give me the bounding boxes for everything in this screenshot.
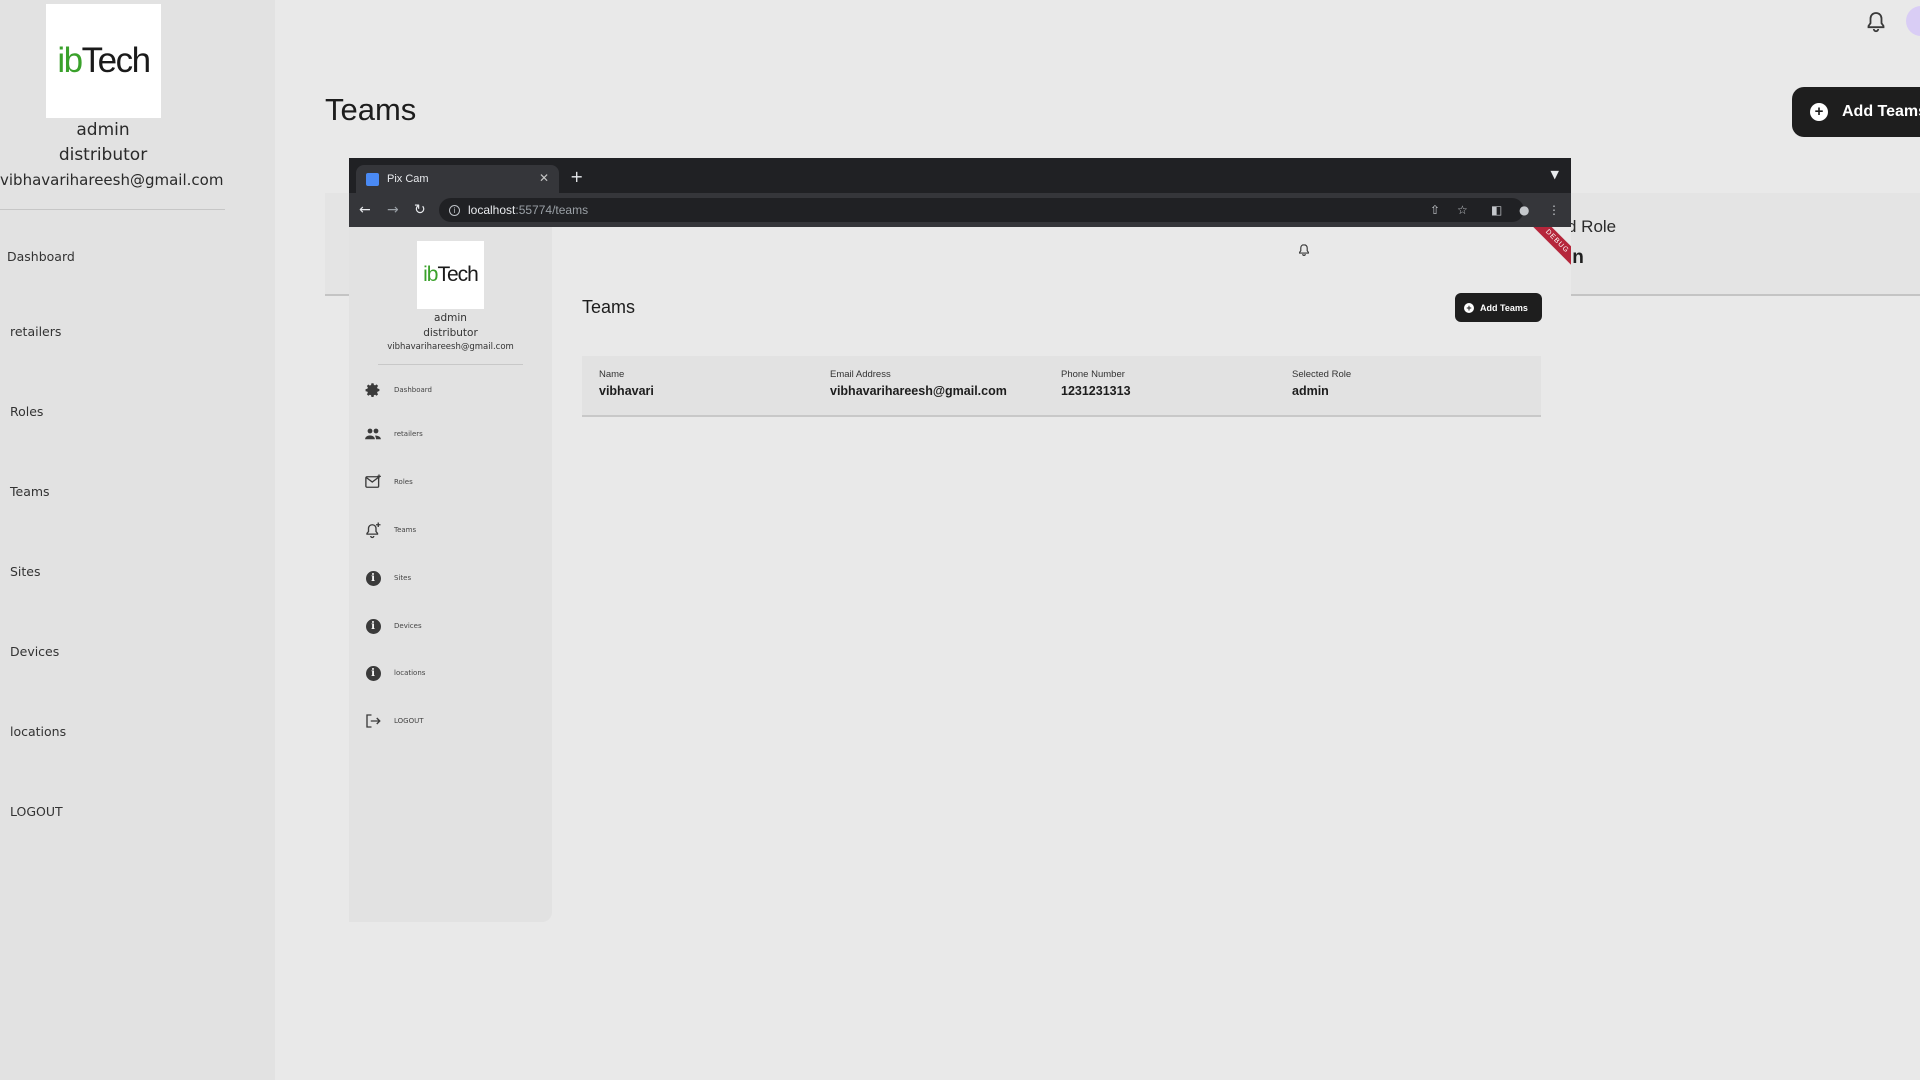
browser-tab[interactable]: Pix Cam ✕ xyxy=(356,165,559,193)
inner-sidebar-item-dashboard[interactable]: Dashboard xyxy=(364,381,432,399)
cell-value-role: admin xyxy=(1292,384,1329,398)
table-cell-email: Email Address vibhavarihareesh@gmail.com xyxy=(830,369,1007,398)
inner-sidebar-item-retailers[interactable]: retailers xyxy=(364,425,423,443)
inner-user-subrole: distributor xyxy=(423,327,478,339)
sidebar-item-locations[interactable]: locations xyxy=(10,724,66,739)
new-tab-icon[interactable]: + xyxy=(570,167,583,186)
browser-tab-strip: Pix Cam ✕ + ▼ xyxy=(349,158,1571,193)
sidebar-item-sites[interactable]: Sites xyxy=(10,564,41,579)
url-path: :55774/teams xyxy=(515,203,589,217)
inner-user-email: vibhavarihareesh@gmail.com xyxy=(387,342,514,352)
inner-sidebar-item-logout[interactable]: LOGOUT xyxy=(364,712,424,730)
table-cell-role: Selected Role admin xyxy=(1292,369,1351,398)
gear-icon xyxy=(364,381,382,399)
browser-viewport: ibTech admin distributor vibhavariharees… xyxy=(349,227,1571,922)
inner-user-role: admin xyxy=(434,312,467,324)
mail-icon xyxy=(364,473,382,491)
inner-nav-label: Teams xyxy=(394,526,417,534)
table-header-partial: d Role xyxy=(1567,217,1617,236)
debug-banner: DEBUG xyxy=(1524,227,1571,275)
add-teams-button[interactable]: + Add Teams xyxy=(1792,87,1920,137)
inner-sidebar-item-locations[interactable]: i locations xyxy=(364,664,425,682)
info-icon: i xyxy=(364,569,382,587)
inner-logo-text: ibTech xyxy=(423,263,479,286)
more-menu-icon[interactable]: ⋮ xyxy=(1548,203,1560,217)
inner-sidebar-item-devices[interactable]: i Devices xyxy=(364,617,422,635)
url-host: localhost xyxy=(468,203,516,217)
bookmark-star-icon[interactable]: ☆ xyxy=(1457,203,1468,217)
people-icon xyxy=(364,425,382,443)
flutter-favicon-icon xyxy=(366,172,379,186)
cell-value-email: vibhavarihareesh@gmail.com xyxy=(830,384,1007,398)
inner-notification-bell-icon[interactable] xyxy=(1297,243,1311,257)
column-header-role: Selected Role xyxy=(1292,369,1352,380)
inner-sidebar-item-sites[interactable]: i Sites xyxy=(364,569,411,587)
embedded-browser-window: Pix Cam ✕ + ▼ ← → ↻ i localhost:55774/te… xyxy=(349,158,1571,922)
add-teams-label: Add Teams xyxy=(1842,103,1920,120)
logo: ibTech xyxy=(46,4,161,118)
logout-icon xyxy=(364,712,382,730)
table-cell-name: Name vibhavari xyxy=(599,369,654,398)
close-tab-icon[interactable]: ✕ xyxy=(539,171,549,185)
column-header-name: Name xyxy=(599,369,625,380)
logo-text: ibTech xyxy=(57,41,151,80)
inner-sidebar: ibTech admin distributor vibhavariharees… xyxy=(349,227,552,922)
inner-sidebar-item-roles[interactable]: Roles xyxy=(364,473,413,491)
sidebar-item-devices[interactable]: Devices xyxy=(10,644,59,659)
inner-nav-label: Sites xyxy=(394,574,412,582)
user-role: admin xyxy=(76,120,130,140)
add-icon: + xyxy=(1464,302,1474,313)
site-info-icon[interactable]: i xyxy=(449,204,460,216)
inner-nav-label: Roles xyxy=(394,478,413,486)
sidebar-item-retailers[interactable]: retailers xyxy=(10,324,61,339)
sidebar-item-teams[interactable]: Teams xyxy=(10,484,50,499)
add-icon: + xyxy=(1810,103,1828,121)
column-header-email: Email Address xyxy=(830,369,891,380)
side-panel-icon[interactable]: ◧ xyxy=(1491,203,1502,217)
inner-nav-label: Devices xyxy=(394,622,422,630)
inner-page-title: Teams xyxy=(582,297,636,317)
tab-title: Pix Cam xyxy=(387,173,429,185)
cell-value-phone: 1231231313 xyxy=(1061,384,1131,398)
page-title: Teams xyxy=(325,92,417,127)
inner-nav-label: retailers xyxy=(394,430,423,438)
inner-sidebar-item-teams[interactable]: Teams xyxy=(364,521,416,539)
sidebar-item-roles[interactable]: Roles xyxy=(10,404,43,419)
bell-add-icon xyxy=(364,521,382,539)
browser-toolbar: ← → ↻ i localhost:55774/teams ⇧ ☆ ◧ ● ⋮ xyxy=(349,193,1571,227)
inner-logo: ibTech xyxy=(417,241,484,309)
inner-add-teams-label: Add Teams xyxy=(1480,302,1528,313)
notification-bell-icon[interactable] xyxy=(1864,10,1888,34)
inner-sidebar-divider xyxy=(378,364,523,365)
column-header-phone: Phone Number xyxy=(1061,369,1125,380)
inner-nav-label: LOGOUT xyxy=(394,717,424,725)
avatar[interactable] xyxy=(1906,6,1920,36)
inner-add-teams-button[interactable]: + Add Teams xyxy=(1455,293,1542,322)
info-icon: i xyxy=(364,617,382,635)
inner-nav-label: locations xyxy=(394,669,426,677)
back-icon[interactable]: ← xyxy=(359,202,371,218)
cell-value-name: vibhavari xyxy=(599,384,654,398)
address-bar[interactable]: i localhost:55774/teams xyxy=(439,198,1524,222)
chevron-down-icon[interactable]: ▼ xyxy=(1551,168,1559,181)
inner-nav-label: Dashboard xyxy=(394,386,432,394)
share-icon[interactable]: ⇧ xyxy=(1430,203,1440,217)
reload-icon[interactable]: ↻ xyxy=(414,202,426,218)
sidebar-divider xyxy=(0,209,225,210)
user-email: vibhavarihareesh@gmail.com xyxy=(0,171,224,189)
table-cell-phone: Phone Number 1231231313 xyxy=(1061,369,1131,398)
teams-table: Name vibhavari Email Address vibhavariha… xyxy=(582,356,1541,417)
info-icon: i xyxy=(364,664,382,682)
forward-icon[interactable]: → xyxy=(387,202,399,218)
profile-icon[interactable]: ● xyxy=(1519,203,1529,217)
sidebar-item-logout[interactable]: LOGOUT xyxy=(10,804,63,819)
user-subrole: distributor xyxy=(58,145,148,165)
sidebar: ibTech admin distributor vibhavariharees… xyxy=(0,0,275,1080)
sidebar-item-dashboard[interactable]: Dashboard xyxy=(7,249,75,264)
